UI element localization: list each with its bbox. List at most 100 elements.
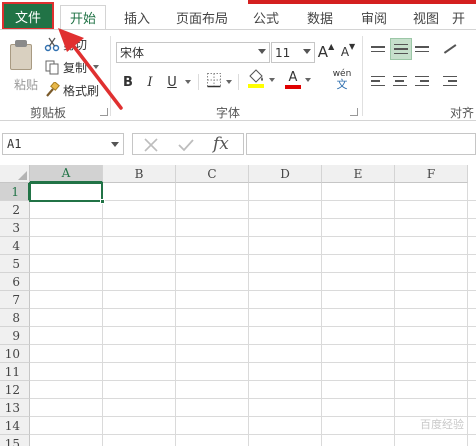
borders-dropdown-icon — [226, 80, 232, 84]
font-divider — [238, 74, 239, 90]
phonetic-button[interactable]: wén 文 — [324, 69, 360, 91]
line-icon — [371, 46, 385, 48]
copy-dropdown-icon[interactable] — [93, 65, 100, 69]
line-icon — [443, 84, 457, 87]
title-accent-bar — [248, 0, 476, 4]
tab-insert[interactable]: 插入 — [114, 5, 160, 30]
font-size-select[interactable]: 11 — [271, 42, 315, 63]
tab-formulas[interactable]: 公式 — [246, 5, 286, 30]
line-icon — [415, 84, 429, 87]
font-color-swatch — [285, 85, 301, 89]
row-header-12[interactable]: 12 — [0, 381, 30, 399]
cancel-icon[interactable] — [143, 137, 159, 153]
borders-button[interactable] — [204, 71, 234, 93]
insert-function-icon[interactable]: fx — [213, 134, 229, 154]
row-header-4[interactable]: 4 — [0, 237, 30, 255]
group-divider — [110, 36, 111, 116]
line-icon — [371, 84, 385, 87]
middle-align-button[interactable] — [390, 38, 412, 60]
column-header-b[interactable]: B — [103, 165, 176, 183]
fill-color-button[interactable] — [244, 69, 278, 91]
column-header-d[interactable]: D — [249, 165, 322, 183]
row-header-9[interactable]: 9 — [0, 327, 30, 345]
clipboard-icon — [10, 44, 32, 70]
row-header-8[interactable]: 8 — [0, 309, 30, 327]
worksheet-grid[interactable]: ABCDEF 1 2 3 4 5 6 7 8 9 10 11 12 13 14 15 — [0, 165, 476, 446]
file-tab[interactable]: 文件 — [2, 2, 54, 30]
clipboard-group-label: 剪贴板 — [30, 106, 67, 120]
paste-button[interactable]: 粘贴 — [6, 38, 38, 92]
tab-data[interactable]: 数据 — [298, 5, 342, 30]
brush-icon — [44, 82, 60, 98]
format-painter-label: 格式刷 — [63, 83, 100, 98]
column-header-c[interactable]: C — [176, 165, 249, 183]
font-color-dropdown-icon — [305, 78, 311, 82]
copy-icon — [44, 59, 60, 75]
bottom-align-button[interactable] — [412, 38, 434, 60]
tab-review[interactable]: 审阅 — [352, 5, 396, 30]
row-header-14[interactable]: 14 — [0, 417, 30, 435]
grid-row-line — [30, 380, 476, 381]
italic-button[interactable]: I — [140, 71, 160, 93]
line-icon — [448, 80, 457, 82]
align-center-button[interactable] — [390, 70, 412, 92]
column-header-a[interactable]: A — [30, 165, 103, 183]
enter-check-icon[interactable] — [177, 137, 195, 153]
line-icon — [393, 75, 407, 78]
formula-input[interactable] — [246, 133, 476, 155]
row-header-10[interactable]: 10 — [0, 345, 30, 363]
line-icon — [394, 48, 408, 50]
tab-home[interactable]: 开始 — [60, 5, 106, 30]
row-header-3[interactable]: 3 — [0, 219, 30, 237]
align-right-button[interactable] — [412, 70, 434, 92]
row-header-7[interactable]: 7 — [0, 291, 30, 309]
row-header-13[interactable]: 13 — [0, 399, 30, 417]
row-header-11[interactable]: 11 — [0, 363, 30, 381]
align-left-button[interactable] — [368, 70, 390, 92]
grid-column-line — [102, 183, 103, 446]
column-header-e[interactable]: E — [322, 165, 395, 183]
copy-label: 复制 — [63, 60, 88, 75]
cut-button[interactable]: 剪切 — [44, 34, 87, 54]
line-icon — [371, 80, 380, 82]
grid-column-line — [248, 183, 249, 446]
fill-handle[interactable] — [100, 199, 105, 204]
clipboard-clip-icon — [15, 40, 27, 47]
grow-font-icon: A — [317, 43, 329, 61]
clipboard-launcher-icon[interactable] — [100, 108, 108, 116]
orientation-button[interactable] — [440, 38, 462, 60]
shrink-caret-icon: ▼ — [349, 41, 356, 51]
decrease-indent-button[interactable] — [440, 70, 462, 92]
underline-button[interactable]: U — [162, 71, 182, 93]
font-launcher-icon[interactable] — [350, 108, 358, 116]
row-header-5[interactable]: 5 — [0, 255, 30, 273]
row-header-1[interactable]: 1 — [0, 183, 30, 201]
copy-button[interactable]: 复制 — [44, 57, 100, 77]
underline-dropdown[interactable] — [182, 71, 194, 93]
font-divider — [198, 74, 199, 90]
tab-page-layout[interactable]: 页面布局 — [172, 5, 232, 30]
line-icon — [395, 80, 404, 82]
row-header-2[interactable]: 2 — [0, 201, 30, 219]
row-header-6[interactable]: 6 — [0, 273, 30, 291]
row-header-15[interactable]: 15 — [0, 435, 30, 446]
select-all-triangle-icon — [18, 171, 27, 180]
top-align-button[interactable] — [368, 38, 390, 60]
bold-button[interactable]: B — [118, 71, 138, 93]
name-box[interactable]: A1 — [2, 133, 124, 155]
font-color-button[interactable]: A — [282, 69, 314, 91]
underline-dropdown-icon — [185, 80, 191, 84]
select-all-button[interactable] — [0, 165, 30, 183]
format-painter-button[interactable]: 格式刷 — [44, 80, 99, 100]
font-name-select[interactable]: 宋体 — [116, 42, 270, 63]
tab-view[interactable]: 视图 — [406, 5, 446, 30]
column-header-f[interactable]: F — [395, 165, 468, 183]
grow-font-button[interactable]: A ▲ — [318, 41, 334, 63]
line-icon — [393, 84, 407, 87]
formula-bar: A1 fx — [0, 121, 476, 165]
name-box-value: A1 — [7, 137, 22, 151]
shrink-font-button[interactable]: A ▼ — [340, 41, 356, 63]
group-divider — [362, 36, 363, 116]
active-cell-a1[interactable] — [29, 182, 105, 204]
tab-developer[interactable]: 开 — [452, 5, 476, 30]
